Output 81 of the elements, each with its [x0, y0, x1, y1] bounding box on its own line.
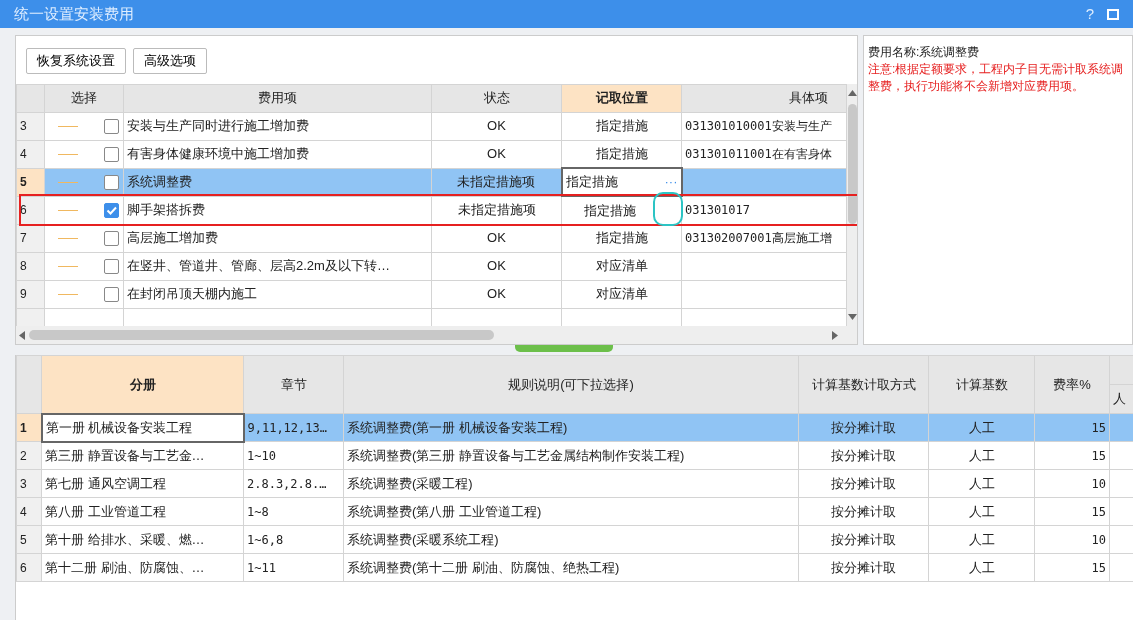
- table-cell: 按分摊计取: [798, 413, 929, 442]
- table-cell: 人工: [928, 413, 1035, 442]
- table-cell: 第三册 静置设备与工艺金…: [41, 441, 244, 470]
- column-header[interactable]: 计算基数计取方式: [798, 355, 929, 414]
- table-cell: 系统调整费(第一册 机械设备安装工程): [343, 413, 799, 442]
- table-cell: 1~11: [243, 553, 344, 582]
- table-cell: 系统调整费(第八册 工业管道工程): [343, 497, 799, 526]
- column-header[interactable]: 规则说明(可下拉选择): [343, 355, 799, 414]
- row-number: 5: [16, 525, 42, 554]
- row-number: 2: [16, 441, 42, 470]
- table-cell: 9,11,12,13…: [243, 413, 344, 442]
- table-cell: 在竖井、管道井、管廊、层高2.2m及以下转…: [123, 252, 432, 280]
- table-cell: 按分摊计取: [798, 553, 929, 582]
- table-cell: 031301011001在有害身体: [681, 140, 847, 168]
- column-header[interactable]: 选择: [44, 84, 124, 112]
- table-cell: 按分摊计取: [798, 525, 929, 554]
- cell-editor[interactable]: 第一册 机械设备安装工程: [41, 413, 244, 442]
- table-cell: 人工: [928, 441, 1035, 470]
- column-header[interactable]: 记取位置: [561, 84, 682, 112]
- cell-editor[interactable]: 指定措施: [565, 172, 618, 192]
- warning-text: 注意:根据定额要求，工程内子目无需计取系统调整费，执行功能将不会新增对应费用项。: [868, 61, 1125, 95]
- table-cell: 2.8.3,2.8.…: [243, 469, 344, 498]
- table-cell: 按分摊计取: [798, 497, 929, 526]
- table-cell: 1~8: [243, 497, 344, 526]
- table-cell: OK: [431, 280, 562, 308]
- row-number: 1: [16, 413, 42, 442]
- table-cell: 15: [1034, 553, 1110, 582]
- table-cell: 系统调整费(采暖系统工程): [343, 525, 799, 554]
- column-header[interactable]: 分册: [41, 355, 244, 414]
- column-header[interactable]: 具体项: [681, 84, 847, 112]
- table-cell: 人工: [928, 497, 1035, 526]
- table-cell: 第十二册 刷油、防腐蚀、…: [41, 553, 244, 582]
- row-number: 3: [16, 469, 42, 498]
- table-cell: 1~10: [243, 441, 344, 470]
- table-cell: 按分摊计取: [798, 441, 929, 470]
- table-cell: 1~6,8: [243, 525, 344, 554]
- table-cell: 指定措施: [561, 224, 682, 252]
- table-cell: OK: [431, 112, 562, 140]
- table-cell: 人工: [928, 553, 1035, 582]
- toolbar-button[interactable]: 恢复系统设置: [26, 48, 126, 74]
- table-cell: OK: [431, 252, 562, 280]
- table-cell: OK: [431, 140, 562, 168]
- row-number: 6: [16, 553, 42, 582]
- table-cell: 在封闭吊顶天棚内施工: [123, 280, 432, 308]
- row-number: 3: [16, 112, 45, 140]
- row-number: 4: [16, 497, 42, 526]
- column-header[interactable]: 费用项: [123, 84, 432, 112]
- row-number: 4: [16, 140, 45, 168]
- table-cell: 系统调整费(第三册 静置设备与工艺金属结构制作安装工程): [343, 441, 799, 470]
- row-number: 7: [16, 224, 45, 252]
- table-cell: 10: [1034, 469, 1110, 498]
- row-number: 8: [16, 252, 45, 280]
- toolbar-button[interactable]: 高级选项: [132, 48, 207, 74]
- table-cell: OK: [431, 224, 562, 252]
- table-cell: 031301010001安装与生产: [681, 112, 847, 140]
- table-cell: 指定措施: [561, 112, 682, 140]
- table-cell: 15: [1034, 497, 1110, 526]
- table-cell: 10: [1034, 525, 1110, 554]
- table-cell: 人工: [928, 469, 1035, 498]
- table-cell: 安装与生产同时进行施工增加费: [123, 112, 432, 140]
- column-header[interactable]: 费率%: [1034, 355, 1110, 414]
- table-cell: 第十册 给排水、采暖、燃…: [41, 525, 244, 554]
- table-cell: 对应清单: [561, 252, 682, 280]
- table-cell: 第八册 工业管道工程: [41, 497, 244, 526]
- table-cell: 第七册 通风空调工程: [41, 469, 244, 498]
- table-cell: 系统调整费(采暖工程): [343, 469, 799, 498]
- table-cell: 高层施工增加费: [123, 224, 432, 252]
- table-cell: 人工: [928, 525, 1035, 554]
- table-cell: 按分摊计取: [798, 469, 929, 498]
- table-cell: 15: [1034, 413, 1110, 442]
- column-header[interactable]: 状态: [431, 84, 562, 112]
- row-number: 9: [16, 280, 45, 308]
- table-cell: 15: [1034, 441, 1110, 470]
- table-cell: 031302007001高层施工增: [681, 224, 847, 252]
- column-header[interactable]: 计算基数: [928, 355, 1035, 414]
- table-cell: 系统调整费(第十二册 刷油、防腐蚀、绝热工程): [343, 553, 799, 582]
- column-header[interactable]: 章节: [243, 355, 344, 414]
- table-cell: 对应清单: [561, 280, 682, 308]
- window-title: 统一设置安装费用: [14, 3, 135, 24]
- table-cell: 有害身体健康环境中施工增加费: [123, 140, 432, 168]
- fee-name-text: 费用名称:系统调整费: [868, 44, 981, 61]
